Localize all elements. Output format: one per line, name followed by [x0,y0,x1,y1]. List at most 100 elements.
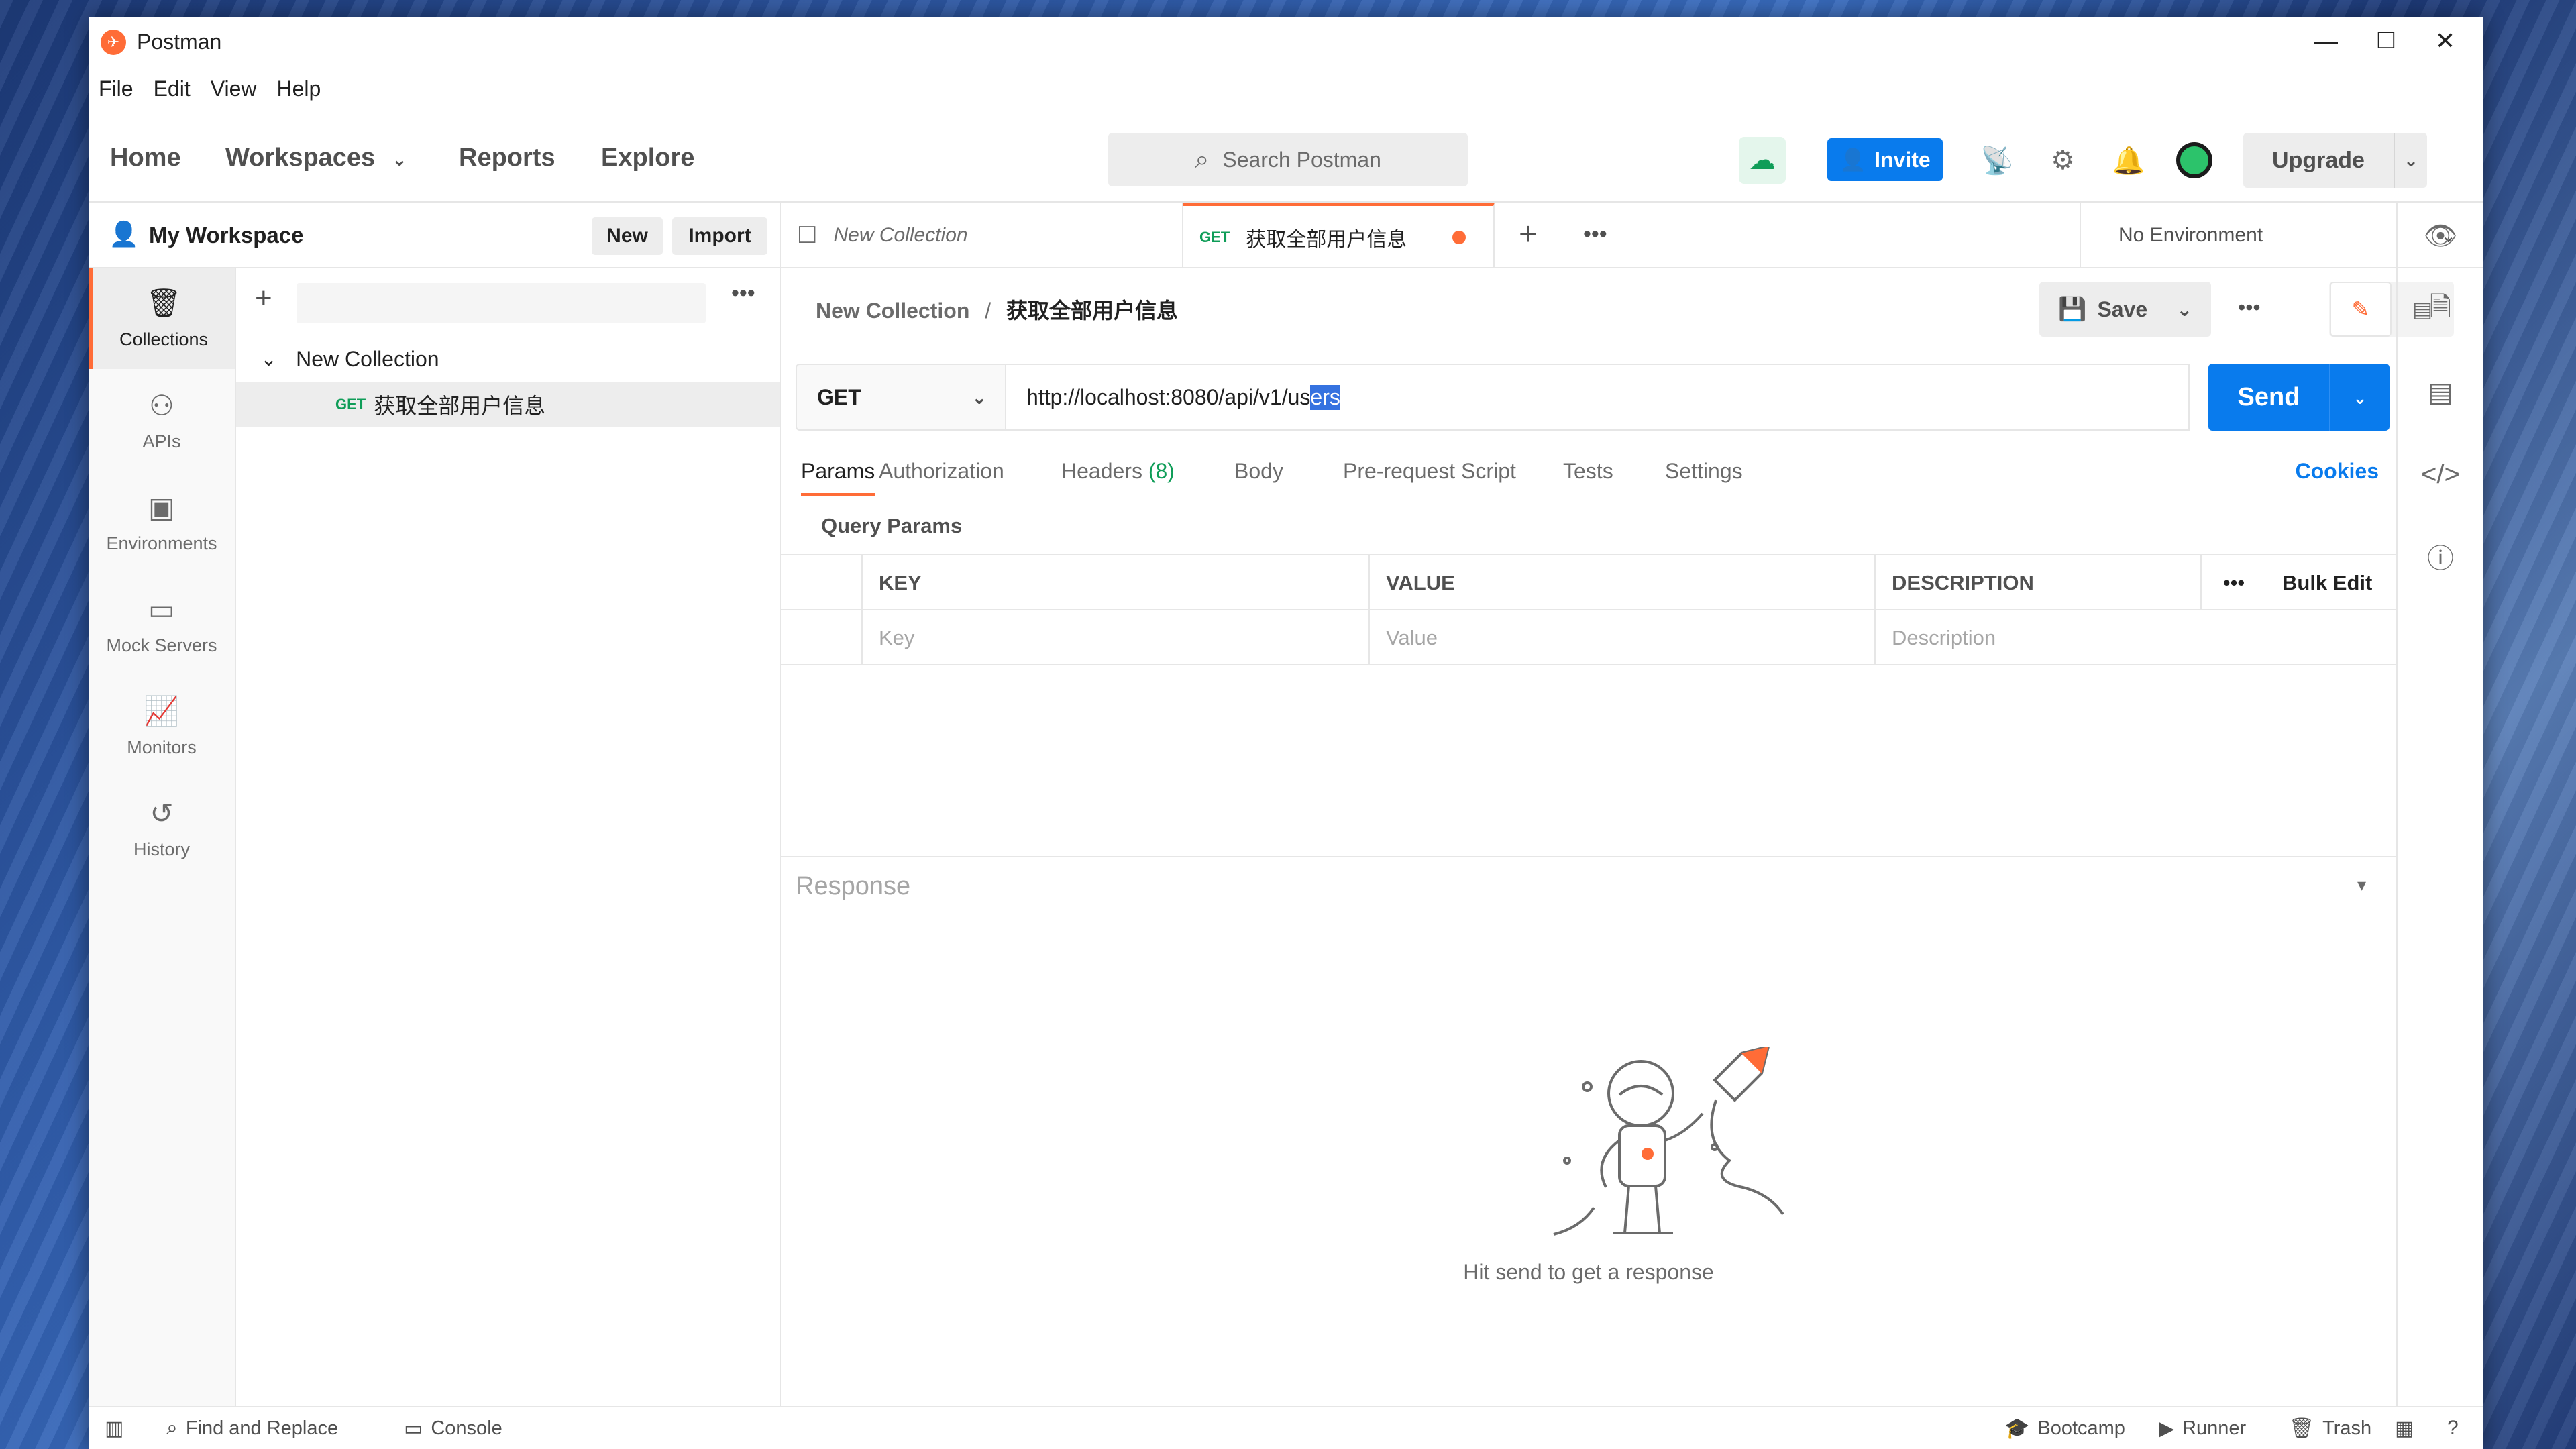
nav-workspaces-label: Workspaces [225,144,376,172]
status-bar: ▥ ⌕ Find and Replace ▭ Console 🎓 Bootcam… [89,1406,2483,1449]
empty-response-message: Hit send to get a response [1463,1260,1714,1284]
nav-reports[interactable]: Reports [459,144,555,172]
satellite-icon[interactable]: 📡 [1974,137,2021,184]
cookies-link[interactable]: Cookies [2296,459,2379,484]
nav-workspaces[interactable]: Workspaces ⌄ [225,144,407,172]
settings-icon[interactable]: ⚙ [2039,137,2086,184]
menu-view[interactable]: View [201,70,267,107]
rail-collections[interactable]: 🗑 Collections [89,268,235,369]
response-header[interactable]: Response ▾ [781,856,2396,912]
info-icon[interactable]: ⓘ [2398,533,2483,580]
url-selected-text: ers [1310,384,1340,410]
menu-file[interactable]: File [89,70,144,107]
edit-pencil-icon[interactable]: ✎ [2330,282,2392,337]
close-button[interactable]: ✕ [2415,24,2475,58]
upgrade-button[interactable]: Upgrade ⌄ [2243,133,2427,188]
comments-icon[interactable]: ▤ [2398,369,2483,416]
chevron-down-icon[interactable]: ⌄ [2329,364,2390,431]
chevron-down-icon[interactable]: ⌄ [2394,133,2427,188]
more-tabs-icon[interactable]: ••• [1583,221,1607,248]
documentation-icon[interactable]: 🗎 [2398,287,2483,334]
more-options-icon[interactable]: ••• [731,280,755,307]
invite-button[interactable]: 👤 Invite [1827,138,1943,181]
collections-sidebar: + ☰ ••• ⌄ New Collection GET 获取全部用户信息 [236,268,781,1424]
sync-cloud-icon[interactable]: ☁ [1739,137,1786,184]
help-icon[interactable]: ? [2447,1417,2467,1440]
url-input[interactable]: http://localhost:8080/api/v1/us ers [1006,364,2190,431]
breadcrumb-current[interactable]: 获取全部用户信息 [1006,299,1178,323]
new-tab-icon[interactable]: + [1519,216,1538,253]
tab-headers[interactable]: Headers (8) [1061,459,1175,484]
tab-new-collection[interactable]: ☐ New Collection [781,203,1183,268]
chevron-down-icon: ⌄ [391,149,408,170]
console-button[interactable]: ▭ Console [404,1417,502,1440]
more-options-icon[interactable]: ••• [2238,295,2261,320]
breadcrumb-parent[interactable]: New Collection [816,299,969,323]
breadcrumb: New Collection / 获取全部用户信息 [816,294,1178,325]
runner-button[interactable]: ▶ Runner [2159,1417,2246,1440]
tab-request[interactable]: GET 获取全部用户信息 [1183,203,1495,268]
upgrade-label: Upgrade [2272,147,2365,173]
collection-item[interactable]: ⌄ New Collection [236,337,780,381]
rail-apis[interactable]: ⚇ APIs [89,370,235,471]
trash-label: Trash [2322,1417,2372,1439]
maximize-button[interactable]: ☐ [2356,24,2416,58]
minimize-button[interactable]: — [2296,24,2356,58]
menu-help[interactable]: Help [266,70,331,107]
tab-pre-request-script[interactable]: Pre-request Script [1343,459,1516,484]
tab-params[interactable]: Params [801,459,875,496]
add-icon[interactable]: + [255,282,272,315]
search-icon: ⌕ [166,1417,178,1439]
save-button[interactable]: 💾 Save ⌄ [2039,282,2211,337]
rail-monitors[interactable]: 📈 Monitors [89,676,235,777]
rail-history[interactable]: ↺ History [89,778,235,879]
send-button[interactable]: Send ⌄ [2208,364,2390,431]
rail-environments[interactable]: ▣ Environments [89,472,235,573]
save-icon: 💾 [2058,297,2087,322]
chevron-down-icon[interactable]: ⌄ [2176,299,2192,321]
toggle-sidebar-icon[interactable]: ▥ [105,1417,131,1440]
runner-label: Runner [2182,1417,2247,1439]
search-postman[interactable]: ⌕ Search Postman [1108,133,1468,186]
console-label: Console [431,1417,502,1439]
trash-button[interactable]: 🗑 Trash [2289,1417,2371,1440]
value-input[interactable]: Value [1368,610,1874,665]
response-title: Response [796,872,911,900]
code-icon[interactable]: </> [2398,451,2483,498]
request-editor: New Collection / 获取全部用户信息 💾 Save ⌄ ••• ✎… [781,268,2454,1424]
avatar[interactable] [2171,137,2218,184]
layout-icon[interactable]: ▦ [2395,1417,2422,1440]
tab-authorization[interactable]: Authorization [879,459,1004,484]
nav-home[interactable]: Home [110,144,181,172]
tab-settings[interactable]: Settings [1665,459,1743,484]
bootcamp-button[interactable]: 🎓 Bootcamp [2004,1417,2125,1440]
eye-icon[interactable]: 👁 [2398,203,2483,268]
key-input[interactable]: Key [861,610,1368,665]
tab-body[interactable]: Body [1234,459,1283,484]
workspace-title[interactable]: My Workspace [149,223,303,248]
filter-input[interactable] [297,283,706,323]
caret-down-icon[interactable]: ▾ [2357,875,2366,896]
row-checkbox[interactable] [781,610,861,665]
find-replace-button[interactable]: ⌕ Find and Replace [166,1417,338,1440]
nav-explore[interactable]: Explore [601,144,694,172]
rail-monitors-label: Monitors [127,737,197,757]
mock-servers-icon: ▭ [148,594,175,625]
tab-label: 获取全部用户信息 [1246,228,1407,251]
rail-history-label: History [133,839,190,859]
breadcrumb-sep: / [985,299,991,323]
method-select[interactable]: GET ⌄ [796,364,1006,431]
rail-mock-servers[interactable]: ▭ Mock Servers [89,574,235,675]
url-text: http://localhost:8080/api/v1/us [1026,384,1311,409]
chevron-down-icon: ⌄ [260,347,278,370]
notifications-bell-icon[interactable]: 🔔 [2105,137,2152,184]
menu-edit[interactable]: Edit [144,70,201,107]
request-item[interactable]: GET 获取全部用户信息 [236,382,780,427]
description-input[interactable]: Description [1874,610,2396,665]
more-options-icon[interactable]: ••• [2200,555,2266,610]
new-button[interactable]: New [592,217,663,255]
tab-tests[interactable]: Tests [1563,459,1613,484]
import-button[interactable]: Import [672,217,767,255]
request-name: 获取全部用户信息 [374,394,546,418]
bulk-edit-button[interactable]: Bulk Edit [2266,555,2396,610]
